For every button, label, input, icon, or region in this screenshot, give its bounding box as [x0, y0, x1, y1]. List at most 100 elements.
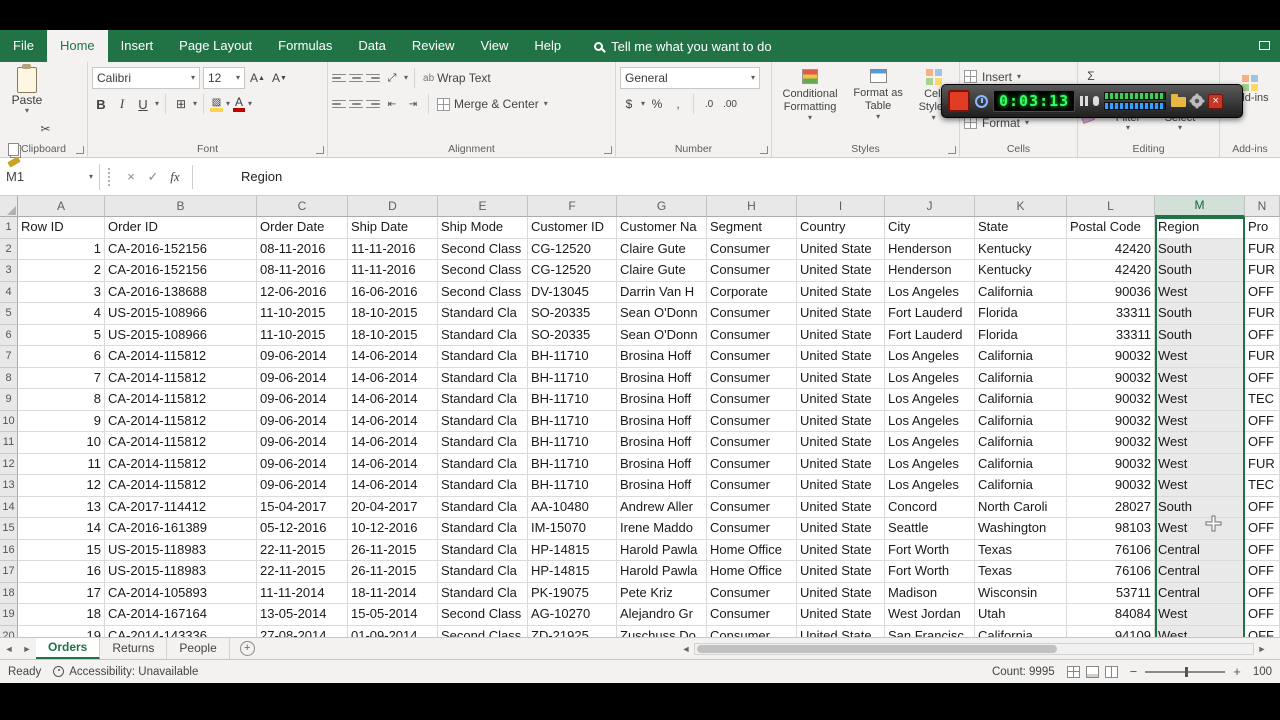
font-size-combo[interactable]: 12▾	[203, 67, 245, 89]
cell-F2[interactable]: CG-12520	[528, 239, 617, 261]
cell-I18[interactable]: United State	[797, 583, 885, 605]
tab-file[interactable]: File	[0, 30, 47, 62]
cell-J2[interactable]: Henderson	[885, 239, 975, 261]
cell-H14[interactable]: Consumer	[707, 497, 797, 519]
cell-E15[interactable]: Standard Cla	[438, 518, 528, 540]
cell-B17[interactable]: US-2015-118983	[105, 561, 257, 583]
orientation-icon[interactable]: ⤢	[383, 67, 401, 89]
cell-E5[interactable]: Standard Cla	[438, 303, 528, 325]
cell-M2[interactable]: South	[1155, 239, 1245, 261]
cell-F11[interactable]: BH-11710	[528, 432, 617, 454]
number-format-combo[interactable]: General▾	[620, 67, 760, 89]
cell-F9[interactable]: BH-11710	[528, 389, 617, 411]
cell-I2[interactable]: United State	[797, 239, 885, 261]
select-all-button[interactable]	[0, 196, 18, 217]
cell-A9[interactable]: 8	[18, 389, 105, 411]
cell-E8[interactable]: Standard Cla	[438, 368, 528, 390]
cell-E18[interactable]: Standard Cla	[438, 583, 528, 605]
cell-C4[interactable]: 12-06-2016	[257, 282, 348, 304]
cell-A20[interactable]: 19	[18, 626, 105, 638]
cell-H1[interactable]: Segment	[707, 217, 797, 239]
tab-formulas[interactable]: Formulas	[265, 30, 345, 62]
cell-A12[interactable]: 11	[18, 454, 105, 476]
cell-B5[interactable]: US-2015-108966	[105, 303, 257, 325]
cell-G9[interactable]: Brosina Hoff	[617, 389, 707, 411]
cell-F12[interactable]: BH-11710	[528, 454, 617, 476]
cell-A8[interactable]: 7	[18, 368, 105, 390]
cell-C7[interactable]: 09-06-2014	[257, 346, 348, 368]
cell-L9[interactable]: 90032	[1067, 389, 1155, 411]
tab-home[interactable]: Home	[47, 30, 108, 62]
format-as-table-button[interactable]: Format as Table ▾	[844, 65, 912, 141]
cell-N3[interactable]: FUR	[1245, 260, 1280, 282]
cell-L12[interactable]: 90032	[1067, 454, 1155, 476]
cell-N4[interactable]: OFF	[1245, 282, 1280, 304]
cell-G11[interactable]: Brosina Hoff	[617, 432, 707, 454]
cell-F3[interactable]: CG-12520	[528, 260, 617, 282]
cell-J4[interactable]: Los Angeles	[885, 282, 975, 304]
cell-F4[interactable]: DV-13045	[528, 282, 617, 304]
recorder-pause-icon[interactable]	[1080, 96, 1088, 106]
cell-N17[interactable]: OFF	[1245, 561, 1280, 583]
cell-H10[interactable]: Consumer	[707, 411, 797, 433]
cell-I16[interactable]: United State	[797, 540, 885, 562]
row-header-9[interactable]: 9	[0, 389, 18, 411]
row-header-14[interactable]: 14	[0, 497, 18, 519]
cell-G13[interactable]: Brosina Hoff	[617, 475, 707, 497]
sheet-tab-returns[interactable]: Returns	[100, 638, 167, 659]
cell-G8[interactable]: Brosina Hoff	[617, 368, 707, 390]
cell-L5[interactable]: 33311	[1067, 303, 1155, 325]
cell-A3[interactable]: 2	[18, 260, 105, 282]
cell-M15[interactable]: West	[1155, 518, 1245, 540]
cell-L8[interactable]: 90032	[1067, 368, 1155, 390]
cell-M1[interactable]: Region	[1155, 217, 1245, 239]
cell-K12[interactable]: California	[975, 454, 1067, 476]
cell-L18[interactable]: 53711	[1067, 583, 1155, 605]
cell-H2[interactable]: Consumer	[707, 239, 797, 261]
cell-J20[interactable]: San Francisc	[885, 626, 975, 638]
cell-G18[interactable]: Pete Kriz	[617, 583, 707, 605]
column-header-A[interactable]: A	[18, 196, 105, 217]
cell-J5[interactable]: Fort Lauderd	[885, 303, 975, 325]
cell-K4[interactable]: California	[975, 282, 1067, 304]
cell-I1[interactable]: Country	[797, 217, 885, 239]
cell-A11[interactable]: 10	[18, 432, 105, 454]
accessibility-status[interactable]: Accessibility: Unavailable	[53, 666, 198, 678]
cell-B8[interactable]: CA-2014-115812	[105, 368, 257, 390]
formula-bar-handle[interactable]	[108, 168, 112, 186]
cell-A7[interactable]: 6	[18, 346, 105, 368]
cell-C5[interactable]: 11-10-2015	[257, 303, 348, 325]
row-header-3[interactable]: 3	[0, 260, 18, 282]
cell-E4[interactable]: Second Class	[438, 282, 528, 304]
cell-B16[interactable]: US-2015-118983	[105, 540, 257, 562]
recorder-mic-level-bar[interactable]	[1104, 92, 1166, 100]
cell-I19[interactable]: United State	[797, 604, 885, 626]
cell-K1[interactable]: State	[975, 217, 1067, 239]
cell-E2[interactable]: Second Class	[438, 239, 528, 261]
cell-K10[interactable]: California	[975, 411, 1067, 433]
cell-D11[interactable]: 14-06-2014	[348, 432, 438, 454]
cell-I15[interactable]: United State	[797, 518, 885, 540]
row-header-7[interactable]: 7	[0, 346, 18, 368]
cell-K11[interactable]: California	[975, 432, 1067, 454]
scrollbar-thumb[interactable]	[697, 645, 1057, 653]
cell-J15[interactable]: Seattle	[885, 518, 975, 540]
decrease-indent-icon[interactable]: ⇤	[383, 93, 401, 115]
cell-L20[interactable]: 94109	[1067, 626, 1155, 638]
cell-L4[interactable]: 90036	[1067, 282, 1155, 304]
cell-A2[interactable]: 1	[18, 239, 105, 261]
cell-L15[interactable]: 98103	[1067, 518, 1155, 540]
cell-B7[interactable]: CA-2014-115812	[105, 346, 257, 368]
recorder-stop-button[interactable]	[948, 90, 970, 112]
cell-F5[interactable]: SO-20335	[528, 303, 617, 325]
cell-G16[interactable]: Harold Pawla	[617, 540, 707, 562]
cell-D18[interactable]: 18-11-2014	[348, 583, 438, 605]
cell-I10[interactable]: United State	[797, 411, 885, 433]
styles-dialog-launcher-icon[interactable]	[948, 146, 956, 154]
scrollbar-track[interactable]	[694, 643, 1254, 655]
cell-N16[interactable]: OFF	[1245, 540, 1280, 562]
cell-E17[interactable]: Standard Cla	[438, 561, 528, 583]
cell-G20[interactable]: Zuschuss Do	[617, 626, 707, 638]
cell-D5[interactable]: 18-10-2015	[348, 303, 438, 325]
zoom-level[interactable]: 100	[1253, 666, 1272, 678]
